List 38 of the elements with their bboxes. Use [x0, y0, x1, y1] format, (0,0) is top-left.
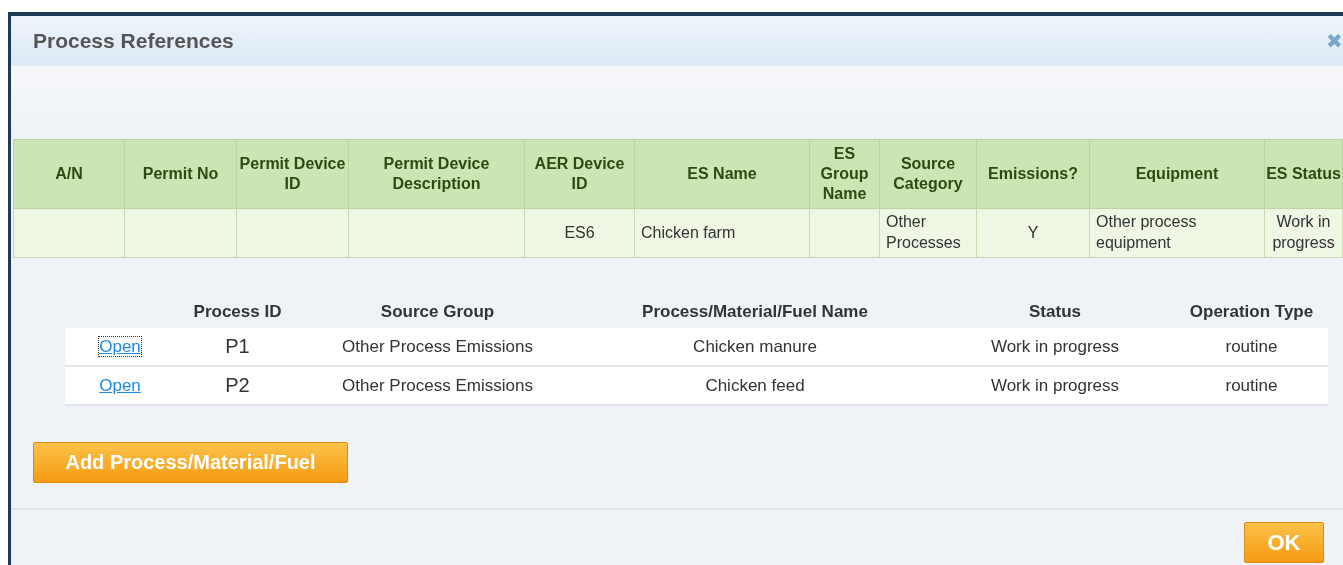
- table-cell: ES6: [524, 208, 635, 258]
- column-header: Source Group: [300, 296, 575, 328]
- table-cell: P2: [175, 366, 300, 405]
- column-header: Permit No: [124, 139, 237, 209]
- open-link[interactable]: Open: [99, 375, 141, 395]
- add-process-button[interactable]: Add Process/Material/Fuel: [33, 442, 348, 483]
- column-header: Process ID: [175, 296, 300, 328]
- ok-button[interactable]: OK: [1244, 522, 1324, 563]
- table-cell: Chicken manure: [575, 328, 935, 366]
- column-header: ES Group Name: [809, 139, 880, 209]
- table-cell: Other Process Emissions: [300, 328, 575, 366]
- column-header: Source Category: [879, 139, 977, 209]
- column-header: ES Name: [634, 139, 810, 209]
- column-header: Equipment: [1089, 139, 1265, 209]
- close-icon[interactable]: ✖: [1326, 29, 1343, 53]
- table-cell: Other Processes: [879, 208, 977, 258]
- column-header: ES Status: [1264, 139, 1343, 209]
- table-cell: Chicken feed: [575, 366, 935, 405]
- table-cell: routine: [1175, 366, 1328, 405]
- column-header: Process/Material/Fuel Name: [575, 296, 935, 328]
- column-header: Emissions?: [976, 139, 1090, 209]
- table-cell: P1: [175, 328, 300, 366]
- column-header: Status: [935, 296, 1175, 328]
- table-cell: Work in progress: [1264, 208, 1343, 258]
- column-header: Permit Device Description: [348, 139, 525, 209]
- column-header: Permit Device ID: [236, 139, 349, 209]
- table-cell: Chicken farm: [634, 208, 810, 258]
- table-cell: Work in progress: [935, 328, 1175, 366]
- table-cell: Other Process Emissions: [300, 366, 575, 405]
- table-cell: Y: [976, 208, 1090, 258]
- table-cell: Work in progress: [935, 366, 1175, 405]
- table-cell: Other process equipment: [1089, 208, 1265, 258]
- table-cell: [809, 208, 880, 258]
- column-header: A/N: [13, 139, 125, 209]
- table-cell: routine: [1175, 328, 1328, 366]
- column-header: Operation Type: [1175, 296, 1328, 328]
- column-header: AER Device ID: [524, 139, 635, 209]
- dialog-title: Process References: [33, 29, 234, 53]
